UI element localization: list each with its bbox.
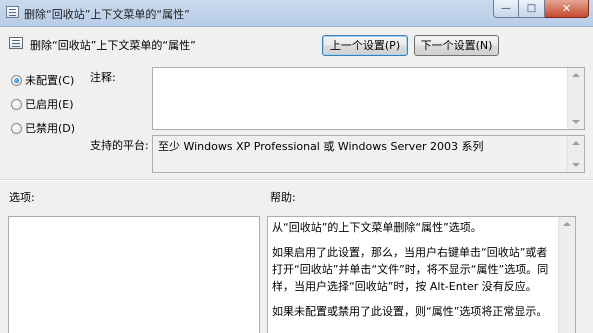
options-panel — [8, 216, 260, 333]
close-icon: ✕ — [561, 2, 572, 15]
policy-window-icon — [6, 6, 19, 18]
radio-label: 未配置(C) — [25, 74, 75, 87]
help-scrollbar[interactable] — [558, 217, 575, 333]
radio-label: 已启用(E) — [25, 98, 74, 111]
scroll-up-icon[interactable] — [563, 222, 571, 226]
minimize-button[interactable]: — — [493, 0, 519, 18]
supported-on-value: 至少 Windows XP Professional 或 Windows Ser… — [158, 140, 484, 153]
help-label: 帮助: — [270, 191, 296, 204]
minimize-icon: — — [501, 2, 511, 14]
title-bar: 删除“回收站”上下文菜单的“属性” — □ ✕ — [0, 0, 593, 27]
radio-icon[interactable] — [11, 74, 22, 86]
setting-name: 删除“回收站”上下文菜单的“属性” — [30, 39, 196, 52]
scroll-up-icon[interactable] — [572, 73, 580, 77]
help-paragraph: 从“回收站”的上下文菜单删除“属性”选项。 — [272, 221, 482, 234]
scroll-down-icon[interactable] — [572, 163, 580, 167]
comment-textarea[interactable] — [152, 67, 585, 130]
help-paragraph: 如果未配置或禁用了此设置，则“属性”选项将正常显示。 — [272, 305, 548, 318]
help-paragraph: 如果启用了此设置，那么，当用户右键单击“回收站”或者打开“回收站”并单击“文件”… — [272, 246, 549, 293]
supported-on-label: 支持的平台: — [90, 139, 149, 152]
close-button[interactable]: ✕ — [545, 0, 589, 18]
help-panel: 从“回收站”的上下文菜单删除“属性”选项。 如果启用了此设置，那么，当用户右键单… — [267, 216, 576, 333]
section-divider — [0, 179, 593, 181]
maximize-icon: □ — [526, 2, 537, 14]
options-label: 选项: — [9, 191, 35, 204]
radio-enabled[interactable]: 已启用(E) — [11, 96, 74, 112]
scroll-up-icon[interactable] — [572, 141, 580, 145]
policy-setting-icon — [9, 37, 23, 49]
radio-not-configured[interactable]: 未配置(C) — [11, 72, 74, 88]
radio-icon[interactable] — [11, 122, 22, 134]
previous-setting-button[interactable]: 上一个设置(P) — [322, 35, 408, 56]
comment-scrollbar[interactable] — [567, 68, 584, 129]
supported-on-field: 至少 Windows XP Professional 或 Windows Ser… — [152, 135, 585, 173]
radio-icon[interactable] — [11, 98, 22, 110]
scroll-down-icon[interactable] — [572, 120, 580, 124]
radio-disabled[interactable]: 已禁用(D) — [11, 120, 75, 136]
comment-label: 注释: — [90, 71, 116, 84]
maximize-button[interactable]: □ — [519, 0, 545, 18]
window-controls: — □ ✕ — [493, 0, 589, 20]
window-title: 删除“回收站”上下文菜单的“属性” — [24, 8, 190, 21]
radio-label: 已禁用(D) — [25, 122, 76, 135]
next-setting-button[interactable]: 下一个设置(N) — [414, 35, 499, 56]
supported-on-scrollbar[interactable] — [567, 136, 584, 172]
